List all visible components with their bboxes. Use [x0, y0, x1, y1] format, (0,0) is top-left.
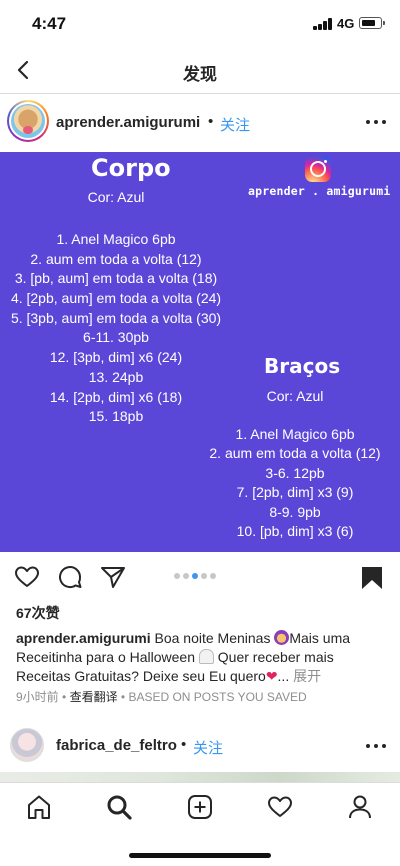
new-post-icon[interactable] — [186, 793, 214, 821]
battery-icon — [359, 17, 385, 29]
separator-dot: • — [208, 113, 214, 130]
avatar[interactable] — [10, 728, 44, 762]
nav-bar: 发现 — [0, 48, 400, 94]
pattern-row: 1. Anel Magico 6pb — [56, 231, 176, 247]
pattern-row: 5. [3pb, aum] em toda a volta (30) — [10, 309, 222, 326]
expand-caption-link[interactable]: 展开 — [293, 668, 321, 684]
carousel-indicator — [174, 573, 219, 581]
bookmark-icon[interactable] — [358, 564, 386, 592]
pattern-row: 3-6. 12pb — [265, 464, 325, 481]
bracos-rows: 1. Anel Magico 6pb 2. aum em toda a volt… — [195, 426, 395, 542]
carousel-dot — [174, 573, 180, 579]
pattern-row: 15. 18pb — [88, 408, 144, 425]
action-bar — [0, 552, 400, 600]
comment-icon[interactable] — [56, 563, 84, 591]
post-image[interactable]: Corpo Cor: Azul 1. Anel Magico 6pb 2. au… — [0, 152, 400, 552]
home-indicator — [129, 853, 271, 858]
pattern-row: 10. [pb, dim] x3 (6) — [236, 522, 354, 539]
cellular-signal-icon — [313, 18, 333, 30]
pattern-row: 2. aum em toda a volta (12) — [209, 445, 381, 462]
post-username[interactable]: aprender.amigurumi — [56, 114, 200, 131]
pattern-row: 6-11. 30pb — [83, 329, 149, 346]
like-heart-icon[interactable] — [13, 563, 41, 591]
status-time: 4:47 — [32, 14, 67, 33]
carousel-dot — [210, 573, 216, 579]
pattern-row: 8-9. 9pb — [269, 503, 321, 520]
pattern-row: 7. [2pb, dim] x3 (9) — [236, 484, 354, 501]
pattern-row: 13. 24pb — [88, 368, 144, 385]
ghost-emoji-icon — [198, 649, 214, 664]
profile-icon[interactable] — [346, 793, 374, 821]
likes-count[interactable]: 67次赞 — [16, 603, 60, 623]
pattern-row: 3. [pb, aum] em toda a volta (18) — [14, 270, 218, 287]
translate-link[interactable]: 查看翻译 — [70, 690, 118, 704]
heart-emoji-icon: ❤ — [265, 668, 278, 684]
next-post-image[interactable] — [0, 772, 400, 782]
watermark-handle: aprender . amigurumi — [248, 184, 391, 198]
post-caption: aprender.amigurumi Boa noite Meninas Mai… — [16, 629, 388, 686]
bracos-color: Cor: Azul — [266, 388, 324, 404]
pattern-row: 1. Anel Magico 6pb — [235, 426, 355, 442]
home-icon[interactable] — [25, 793, 53, 821]
caption-text: Boa noite Meninas — [150, 630, 271, 646]
separator-dot: • — [181, 736, 187, 753]
activity-heart-icon[interactable] — [266, 793, 294, 821]
carousel-dot-active — [192, 573, 198, 579]
corpo-color: Cor: Azul — [87, 189, 145, 205]
post-timestamp: 9小时前 — [16, 690, 59, 704]
avatar[interactable] — [7, 100, 49, 142]
carousel-dot — [201, 573, 207, 579]
pattern-row: 2. aum em toda a volta (12) — [30, 250, 202, 267]
follow-button[interactable]: 关注 — [193, 737, 223, 758]
pattern-row: 4. [2pb, aum] em toda a volta (24) — [10, 290, 222, 307]
share-send-icon[interactable] — [99, 563, 127, 591]
corpo-title: Corpo — [91, 154, 171, 182]
caption-username[interactable]: aprender.amigurumi — [16, 630, 151, 646]
avatar-image — [11, 104, 45, 138]
post-meta: 9小时前 • 查看翻译 • BASED ON POSTS YOU SAVED — [16, 688, 307, 705]
meta-dot: • — [58, 690, 70, 704]
person-emoji-icon — [274, 630, 290, 645]
network-type: 4G — [337, 16, 355, 31]
more-options-icon[interactable] — [366, 112, 386, 132]
more-options-icon[interactable] — [366, 736, 386, 756]
instagram-logo-icon — [305, 156, 331, 182]
caption-ellipsis: ... — [277, 668, 294, 684]
status-bar: 4:47 4G — [0, 0, 400, 48]
next-post-header: fabrica_de_feltro • 关注 — [0, 720, 400, 772]
follow-button[interactable]: 关注 — [220, 114, 250, 135]
post-username[interactable]: fabrica_de_feltro — [56, 737, 177, 754]
tab-bar — [0, 782, 400, 866]
based-on-saved: • BASED ON POSTS YOU SAVED — [117, 690, 307, 704]
page-title: 发现 — [183, 65, 217, 84]
pattern-row: 12. [3pb, dim] x6 (24) — [49, 349, 183, 366]
search-icon[interactable] — [105, 793, 133, 821]
post-header: aprender.amigurumi • 关注 — [0, 94, 400, 152]
carousel-dot — [183, 573, 189, 579]
bracos-title: Braços — [264, 354, 341, 378]
